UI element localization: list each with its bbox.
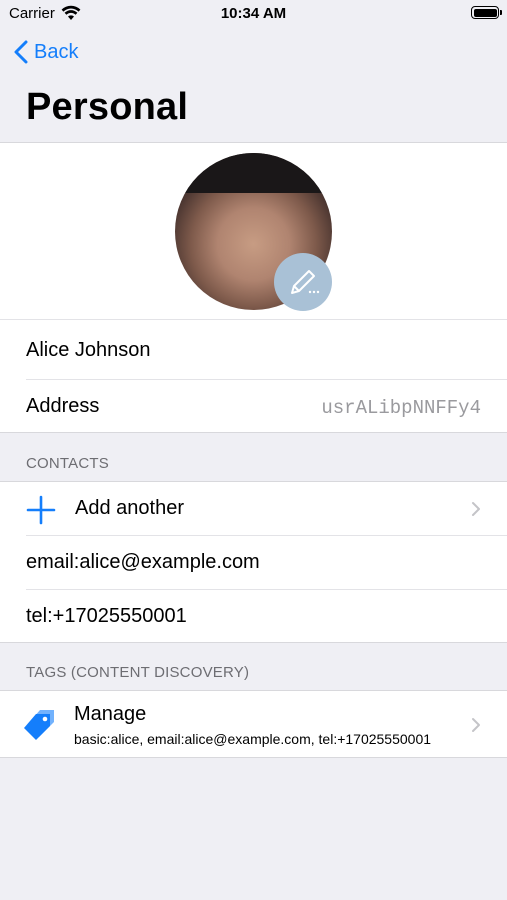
contacts-section-header: CONTACTS [26,455,109,472]
chevron-left-icon [14,40,28,64]
manage-title: Manage [74,703,147,725]
manage-tags-row[interactable]: Manage basic:alice, email:alice@example.… [0,691,507,758]
contact-row-phone[interactable]: tel:+17025550001 [0,590,507,643]
clock: 10:34 AM [220,5,287,22]
profile-name: Alice Johnson [26,339,151,361]
back-button[interactable]: Back [14,38,78,66]
contact-phone: tel:+17025550001 [26,605,187,627]
plus-icon [26,495,56,525]
address-value: usrALibpNNFFy4 [321,397,481,419]
edit-avatar-button[interactable] [274,253,332,311]
profile-card: Alice Johnson Address usrALibpNNFFy4 [0,142,507,433]
back-label: Back [34,40,79,63]
contact-email: email:alice@example.com [26,551,260,573]
tags-section-header: TAGS (CONTENT DISCOVERY) [26,664,250,681]
pencil-icon [291,270,320,294]
tags-card: Manage basic:alice, email:alice@example.… [0,690,507,758]
name-row[interactable]: Alice Johnson [0,321,507,379]
add-another-row[interactable]: Add another [0,482,507,535]
manage-subtitle: basic:alice, email:alice@example.com, te… [74,731,432,747]
contacts-card: Add another email:alice@example.com tel:… [0,481,507,643]
tag-icon [24,710,54,740]
divider [0,319,507,320]
address-row[interactable]: Address usrALibpNNFFy4 [0,380,507,434]
chevron-right-icon [472,502,480,516]
address-label: Address [26,395,100,417]
contact-row-email[interactable]: email:alice@example.com [0,536,507,589]
add-another-label: Add another [75,497,184,519]
page-title: Personal [26,86,189,128]
avatar-hair [175,153,332,193]
battery-icon [471,6,502,19]
status-bar: Carrier 10:34 AM [0,0,507,28]
chevron-right-icon [472,718,480,732]
